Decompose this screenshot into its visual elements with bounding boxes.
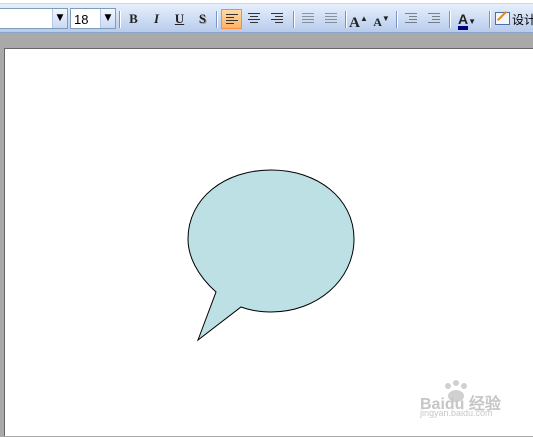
align-center-button[interactable] — [244, 9, 265, 29]
grow-font-label: A — [349, 15, 360, 31]
shadow-button[interactable]: S — [192, 9, 213, 29]
align-left-icon — [226, 14, 238, 25]
align-right-icon — [271, 13, 283, 24]
numbered-list-icon — [302, 13, 314, 24]
chevron-down-icon: ▼ — [468, 17, 477, 26]
toolbar-separator — [396, 11, 398, 28]
increase-indent-button[interactable] — [424, 9, 445, 29]
watermark: Baidu 经验 jingyan.baidu.com — [420, 378, 530, 428]
bulleted-list-icon — [325, 13, 337, 24]
design-icon — [495, 12, 510, 25]
align-center-icon — [248, 13, 260, 24]
decrease-indent-button[interactable] — [401, 9, 422, 29]
grow-font-button[interactable]: A▲ — [348, 9, 369, 31]
font-color-button[interactable]: A▼ — [452, 9, 482, 30]
speech-bubble-callout[interactable] — [187, 169, 355, 342]
design-label: 设计 — [512, 13, 533, 27]
bold-button[interactable]: B — [123, 9, 144, 29]
increase-indent-icon — [428, 13, 440, 24]
toolbar-separator — [489, 11, 491, 28]
align-right-button[interactable] — [267, 9, 288, 29]
chevron-down-icon[interactable]: ▼ — [100, 9, 115, 28]
decrease-indent-icon — [405, 13, 417, 24]
underline-button[interactable]: U — [169, 9, 190, 29]
chevron-down-icon[interactable]: ▼ — [52, 9, 67, 28]
font-color-label: A — [457, 12, 469, 30]
align-left-button[interactable] — [221, 9, 242, 29]
shrink-font-button[interactable]: A▼ — [371, 9, 392, 29]
watermark-url: jingyan.baidu.com — [420, 408, 493, 418]
bullets-button[interactable] — [321, 9, 342, 29]
toolbar-separator — [119, 11, 121, 28]
numbering-button[interactable] — [298, 9, 319, 29]
font-size-value: 18 — [74, 12, 89, 27]
toolbar-separator — [449, 11, 451, 28]
toolbar-separator — [216, 11, 218, 28]
font-name-combo[interactable]: ▼ — [0, 8, 68, 29]
shrink-font-label: A — [373, 15, 382, 29]
formatting-toolbar: ▼ 18 ▼ B I U S A▲ A▼ A▼ 设计 — [0, 4, 533, 33]
design-button[interactable]: 设计 — [495, 10, 533, 30]
toolbar-separator — [293, 11, 295, 28]
italic-button[interactable]: I — [146, 9, 167, 29]
workspace-background — [0, 33, 533, 48]
font-size-combo[interactable]: 18 ▼ — [70, 8, 116, 29]
toolbar-separator — [345, 11, 347, 28]
